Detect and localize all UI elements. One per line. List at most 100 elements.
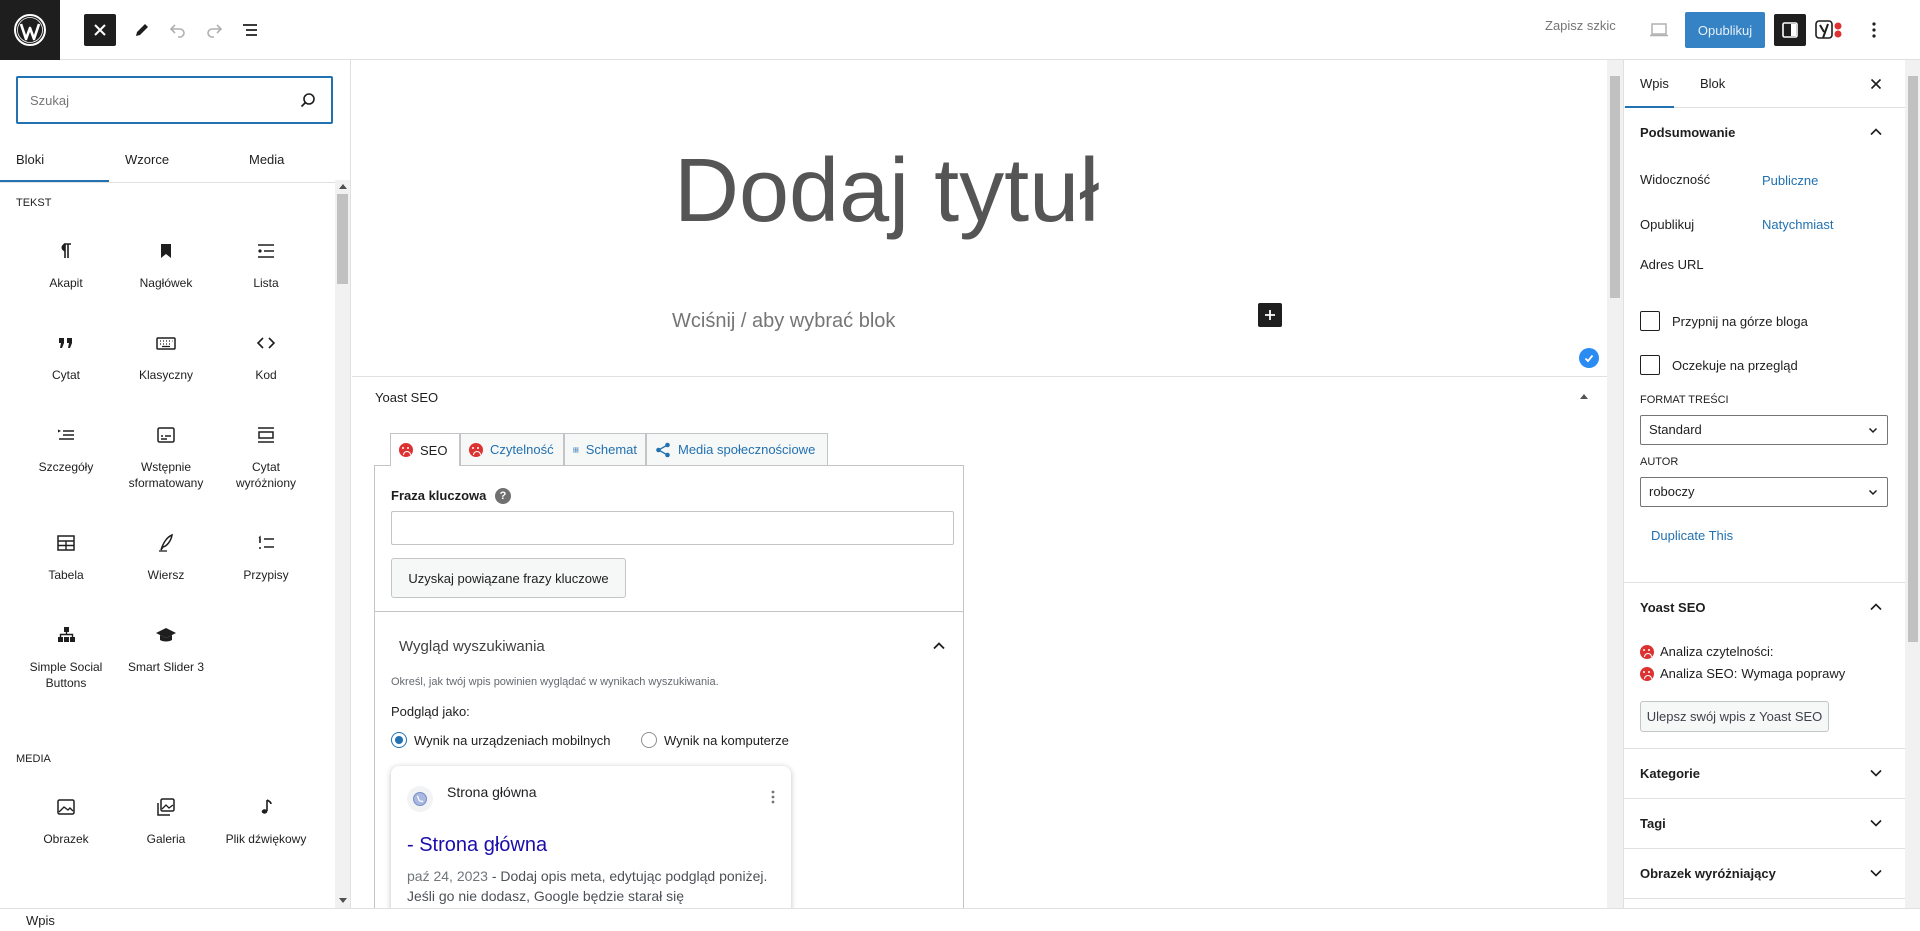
plus-icon xyxy=(1265,310,1275,320)
improve-with-yoast-button[interactable]: Ulepsz swój wpis z Yoast SEO xyxy=(1640,701,1829,732)
classic-icon xyxy=(154,331,178,355)
publish-button[interactable]: Opublikuj xyxy=(1685,12,1765,48)
preview-as-label: Podgląd jako: xyxy=(391,704,470,719)
chevron-up-icon[interactable] xyxy=(931,638,947,654)
block-footnotes[interactable]: Przypisy xyxy=(221,531,311,583)
block-details[interactable]: Szczegóły xyxy=(21,423,111,475)
block-gallery[interactable]: Galeria xyxy=(121,795,211,847)
categories-panel-header[interactable]: Kategorie xyxy=(1624,749,1905,799)
block-simple-social-buttons[interactable]: Simple Social Buttons xyxy=(21,623,111,691)
preview-title-link[interactable]: - Strona główna xyxy=(407,834,547,857)
block-image[interactable]: Obrazek xyxy=(21,795,111,847)
block-table[interactable]: Tabela xyxy=(21,531,111,583)
inserter-scrollbar[interactable] xyxy=(335,180,350,908)
tab-block[interactable]: Blok xyxy=(1700,60,1725,108)
panel-divider xyxy=(375,611,963,612)
tags-panel-header[interactable]: Tagi xyxy=(1624,799,1905,849)
post-title-input[interactable]: Dodaj tytuł xyxy=(674,140,1099,243)
keyphrase-input[interactable] xyxy=(391,511,954,545)
block-preformatted[interactable]: Wstępnie sformatowany xyxy=(121,423,211,491)
radio-indicator[interactable] xyxy=(391,732,407,748)
help-icon[interactable]: ? xyxy=(495,488,511,504)
preview-site-name: Strona główna xyxy=(447,784,537,800)
related-keyphrases-button[interactable]: Uzyskaj powiązane frazy kluczowe xyxy=(391,558,626,598)
editor-header: Zapisz szkic Opublikuj xyxy=(0,0,1920,60)
options-menu-button[interactable] xyxy=(1858,14,1890,46)
default-block-appender[interactable]: Wciśnij / aby wybrać blok xyxy=(672,310,895,333)
select-value: roboczy xyxy=(1649,484,1695,499)
image-icon xyxy=(54,795,78,819)
redo-button[interactable] xyxy=(198,14,230,46)
sad-face-icon xyxy=(469,442,483,457)
breadcrumb[interactable]: Wpis xyxy=(26,913,55,928)
radio-desktop-result[interactable]: Wynik na komputerze xyxy=(641,732,789,748)
add-block-button[interactable] xyxy=(1258,303,1282,327)
preview-button[interactable] xyxy=(1643,14,1675,46)
preformatted-icon xyxy=(154,423,178,447)
sticky-checkbox[interactable]: Przypnij na górze bloga xyxy=(1640,311,1808,331)
analysis-value: Wymaga poprawy xyxy=(1741,666,1846,681)
block-quote[interactable]: Cytat xyxy=(21,331,111,383)
block-label: Nagłówek xyxy=(139,276,193,290)
sidebar-tabs: Wpis Blok xyxy=(1624,60,1905,108)
visibility-value-button[interactable]: Publiczne xyxy=(1762,173,1818,188)
settings-toggle-button[interactable] xyxy=(1774,14,1806,46)
block-pullquote[interactable]: Cytat wyróżniony xyxy=(221,423,311,491)
radio-indicator[interactable] xyxy=(641,732,657,748)
checkbox-box[interactable] xyxy=(1640,311,1660,331)
search-appearance-title[interactable]: Wygląd wyszukiwania xyxy=(399,638,545,655)
post-format-select[interactable]: Standard xyxy=(1640,415,1888,445)
document-overview-button[interactable] xyxy=(234,14,266,46)
save-draft-button[interactable]: Zapisz szkic xyxy=(1545,18,1616,33)
tab-schema[interactable]: Schemat xyxy=(564,433,646,465)
block-search-input[interactable] xyxy=(30,78,290,122)
duplicate-this-link[interactable]: Duplicate This xyxy=(1651,528,1733,543)
block-label: Lista xyxy=(253,276,279,290)
close-icon[interactable] xyxy=(1868,76,1884,92)
featured-image-panel-header[interactable]: Obrazek wyróżniający xyxy=(1624,849,1905,899)
undo-icon xyxy=(169,24,185,38)
google-preview-card[interactable]: Strona główna - Strona główna paź 24, 20… xyxy=(391,766,791,908)
summary-panel-header[interactable]: Podsumowanie xyxy=(1624,108,1905,158)
chevron-down-icon xyxy=(1868,427,1878,434)
block-heading[interactable]: Nagłówek xyxy=(121,239,211,291)
more-vertical-icon[interactable] xyxy=(771,790,775,804)
yoast-seo-button[interactable] xyxy=(1814,14,1846,46)
tools-button[interactable] xyxy=(126,14,158,46)
block-verse[interactable]: Wiersz xyxy=(121,531,211,583)
block-paragraph[interactable]: Akapit xyxy=(21,239,111,291)
block-audio[interactable]: Plik dźwiękowy xyxy=(221,795,311,847)
publish-date-button[interactable]: Natychmiast xyxy=(1762,217,1834,232)
tab-readability[interactable]: Czytelność xyxy=(460,433,564,465)
pending-review-checkbox[interactable]: Oczekuje na przegląd xyxy=(1640,355,1798,375)
radio-mobile-result[interactable]: Wynik na urządzeniach mobilnych xyxy=(391,732,610,748)
scroll-down-arrow-icon[interactable] xyxy=(339,898,347,903)
sidebar-scrollbar[interactable] xyxy=(1905,60,1920,908)
tab-seo[interactable]: SEO xyxy=(390,433,460,466)
checkbox-box[interactable] xyxy=(1640,355,1660,375)
scrollbar-thumb[interactable] xyxy=(337,194,348,284)
block-smart-slider[interactable]: Smart Slider 3 xyxy=(121,623,211,675)
chevron-down-icon xyxy=(1870,819,1882,827)
yoast-metabox-title[interactable]: Yoast SEO xyxy=(375,390,438,405)
block-code[interactable]: Kod xyxy=(221,331,311,383)
collapse-arrow-icon[interactable] xyxy=(1580,394,1588,399)
yoast-panel-header[interactable]: Yoast SEO xyxy=(1624,583,1905,633)
analysis-label: Analiza SEO: xyxy=(1660,666,1738,681)
author-select[interactable]: roboczy xyxy=(1640,477,1888,507)
block-classic[interactable]: Klasyczny xyxy=(121,331,211,383)
block-list-item[interactable]: Lista xyxy=(221,239,311,291)
scrollbar-thumb[interactable] xyxy=(1908,76,1918,642)
block-label: Cytat wyróżniony xyxy=(235,460,297,491)
block-label: Plik dźwiękowy xyxy=(225,832,307,846)
wordpress-logo-icon[interactable] xyxy=(0,0,60,60)
tab-post[interactable]: Wpis xyxy=(1640,60,1669,108)
undo-button[interactable] xyxy=(162,14,194,46)
canvas-scrollbar[interactable] xyxy=(1607,60,1623,908)
scrollbar-thumb[interactable] xyxy=(1610,76,1620,298)
tab-social[interactable]: Media społecznościowe xyxy=(646,433,828,465)
check-badge-icon[interactable] xyxy=(1579,348,1599,368)
scroll-up-arrow-icon[interactable] xyxy=(339,184,347,189)
sidebar-icon xyxy=(1782,22,1798,38)
close-inserter-button[interactable] xyxy=(84,14,116,46)
